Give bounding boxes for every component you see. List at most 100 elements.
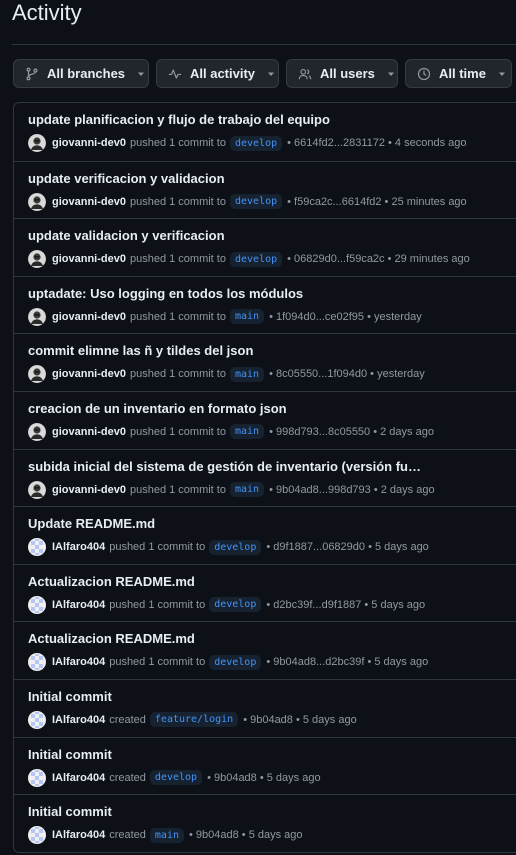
user-link[interactable]: IAlfaro404 xyxy=(52,714,105,726)
avatar[interactable] xyxy=(28,826,46,845)
commit-range-and-time[interactable]: • 9b04ad8...998d793 • 2 days ago xyxy=(269,484,435,496)
pulse-icon xyxy=(168,68,182,79)
branch-link[interactable]: develop xyxy=(209,654,262,670)
avatar[interactable] xyxy=(28,422,46,441)
activity-meta: giovanni-dev0 pushed 1 commit to develop… xyxy=(28,192,467,212)
commit-range-and-time[interactable]: • 9b04ad8 • 5 days ago xyxy=(189,829,303,841)
activity-item: update verificacion y validacion giovann… xyxy=(14,160,516,219)
branch-link[interactable]: main xyxy=(229,482,265,498)
user-link[interactable]: giovanni-dev0 xyxy=(52,253,126,265)
branch-link[interactable]: feature/login xyxy=(149,712,239,728)
user-link[interactable]: IAlfaro404 xyxy=(52,541,105,553)
commit-range-and-time[interactable]: • 8c05550...1f094d0 • yesterday xyxy=(269,368,425,380)
activity-action: pushed 1 commit to xyxy=(109,656,206,669)
avatar[interactable] xyxy=(28,134,46,152)
branches-filter-button[interactable]: All branches xyxy=(13,59,149,88)
filter-bar: All branches All activity All users All … xyxy=(13,59,512,88)
commit-range-and-time[interactable]: • 9b04ad8...d2bc39f • 5 days ago xyxy=(266,656,428,668)
commit-range-and-time[interactable]: • d2bc39f...d9f1887 • 5 days ago xyxy=(266,599,425,611)
activity-action: pushed 1 commit to xyxy=(109,598,206,611)
avatar[interactable] xyxy=(28,538,46,557)
branch-link[interactable]: main xyxy=(229,309,265,325)
chevron-down-icon xyxy=(498,72,505,76)
user-link[interactable]: IAlfaro404 xyxy=(52,656,105,668)
user-link[interactable]: giovanni-dev0 xyxy=(52,137,126,149)
people-icon xyxy=(298,68,312,79)
divider xyxy=(12,44,516,45)
activity-title-link[interactable]: Actualizacion README.md xyxy=(28,631,195,646)
users-filter-label: All users xyxy=(320,66,375,81)
avatar[interactable] xyxy=(28,307,46,326)
activity-meta: giovanni-dev0 pushed 1 commit to main • … xyxy=(28,422,434,442)
activity-title-link[interactable]: creacion de un inventario en formato jso… xyxy=(28,401,287,416)
commit-range-and-time[interactable]: • 1f094d0...ce02f95 • yesterday xyxy=(269,311,422,323)
activity-list: update planificacion y flujo de trabajo … xyxy=(13,102,516,853)
branch-link[interactable]: develop xyxy=(209,539,262,555)
branch-link[interactable]: develop xyxy=(229,194,283,210)
user-link[interactable]: IAlfaro404 xyxy=(52,772,105,784)
activity-meta: IAlfaro404 created main • 9b04ad8 • 5 da… xyxy=(28,825,303,845)
activity-action: created xyxy=(109,771,146,784)
avatar[interactable] xyxy=(28,365,46,384)
activity-title-link[interactable]: update validacion y verificacion xyxy=(28,228,225,243)
commit-range-and-time[interactable]: • 9b04ad8 • 5 days ago xyxy=(243,714,357,726)
avatar[interactable] xyxy=(28,768,46,787)
branch-link[interactable]: main xyxy=(229,366,265,382)
activity-action: pushed 1 commit to xyxy=(129,425,226,438)
activity-item: creacion de un inventario en formato jso… xyxy=(14,390,516,449)
user-link[interactable]: giovanni-dev0 xyxy=(52,311,126,323)
user-link[interactable]: giovanni-dev0 xyxy=(52,426,126,438)
activity-title-link[interactable]: update planificacion y flujo de trabajo … xyxy=(28,112,330,127)
activity-meta: IAlfaro404 pushed 1 commit to develop • … xyxy=(28,595,425,615)
activity-action: pushed 1 commit to xyxy=(109,541,206,554)
users-filter-button[interactable]: All users xyxy=(286,59,398,88)
commit-range-and-time[interactable]: • 998d793...8c05550 • 2 days ago xyxy=(269,426,434,438)
branch-link[interactable]: develop xyxy=(149,770,203,786)
user-link[interactable]: giovanni-dev0 xyxy=(52,368,126,380)
activity-item: Update README.md IAlfaro404 pushed 1 com… xyxy=(14,506,516,564)
commit-range-and-time[interactable]: • 9b04ad8 • 5 days ago xyxy=(207,772,321,784)
avatar[interactable] xyxy=(28,653,46,672)
avatar[interactable] xyxy=(28,250,46,269)
branch-link[interactable]: develop xyxy=(209,597,262,613)
branch-link[interactable]: main xyxy=(229,424,265,440)
activity-item: subida inicial del sistema de gestión de… xyxy=(14,448,516,507)
activity-action: pushed 1 commit to xyxy=(129,368,226,381)
activity-action: pushed 1 commit to xyxy=(129,253,226,266)
time-filter-button[interactable]: All time xyxy=(405,59,512,88)
branch-link[interactable]: develop xyxy=(229,135,283,151)
user-link[interactable]: giovanni-dev0 xyxy=(52,196,126,208)
branch-icon xyxy=(26,67,38,80)
activity-title-link[interactable]: uptadate: Uso logging en todos los módul… xyxy=(28,286,303,301)
branch-link[interactable]: develop xyxy=(229,251,283,267)
user-link[interactable]: IAlfaro404 xyxy=(52,829,105,841)
activity-meta: giovanni-dev0 pushed 1 commit to main • … xyxy=(28,364,425,384)
commit-range-and-time[interactable]: • f59ca2c...6614fd2 • 25 minutes ago xyxy=(287,196,467,208)
activity-action: pushed 1 commit to xyxy=(129,195,226,208)
activity-title-link[interactable]: Update README.md xyxy=(28,516,155,531)
activity-action: created xyxy=(109,829,146,842)
page-title: Activity xyxy=(12,0,82,25)
activity-title-link[interactable]: Actualizacion README.md xyxy=(28,574,195,589)
activity-title-link[interactable]: subida inicial del sistema de gestión de… xyxy=(28,459,423,474)
activity-filter-button[interactable]: All activity xyxy=(156,59,279,88)
activity-meta: giovanni-dev0 pushed 1 commit to develop… xyxy=(28,133,467,153)
avatar[interactable] xyxy=(28,710,46,729)
activity-item: update planificacion y flujo de trabajo … xyxy=(14,103,516,161)
user-link[interactable]: IAlfaro404 xyxy=(52,599,105,611)
activity-title-link[interactable]: Initial commit xyxy=(28,804,112,819)
avatar[interactable] xyxy=(28,192,46,211)
activity-title-link[interactable]: Initial commit xyxy=(28,689,112,704)
activity-title-link[interactable]: update verificacion y validacion xyxy=(28,171,225,186)
activity-action: pushed 1 commit to xyxy=(129,310,226,323)
user-link[interactable]: giovanni-dev0 xyxy=(52,484,126,496)
activity-title-link[interactable]: Initial commit xyxy=(28,747,112,762)
chevron-down-icon xyxy=(138,72,145,76)
commit-range-and-time[interactable]: • 06829d0...f59ca2c • 29 minutes ago xyxy=(287,253,470,265)
branch-link[interactable]: main xyxy=(149,827,184,843)
avatar[interactable] xyxy=(28,595,46,614)
commit-range-and-time[interactable]: • d9f1887...06829d0 • 5 days ago xyxy=(266,541,428,553)
activity-title-link[interactable]: commit elimne las ñ y tildes del json xyxy=(28,343,253,358)
commit-range-and-time[interactable]: • 6614fd2...2831172 • 4 seconds ago xyxy=(287,137,466,149)
avatar[interactable] xyxy=(28,480,46,499)
